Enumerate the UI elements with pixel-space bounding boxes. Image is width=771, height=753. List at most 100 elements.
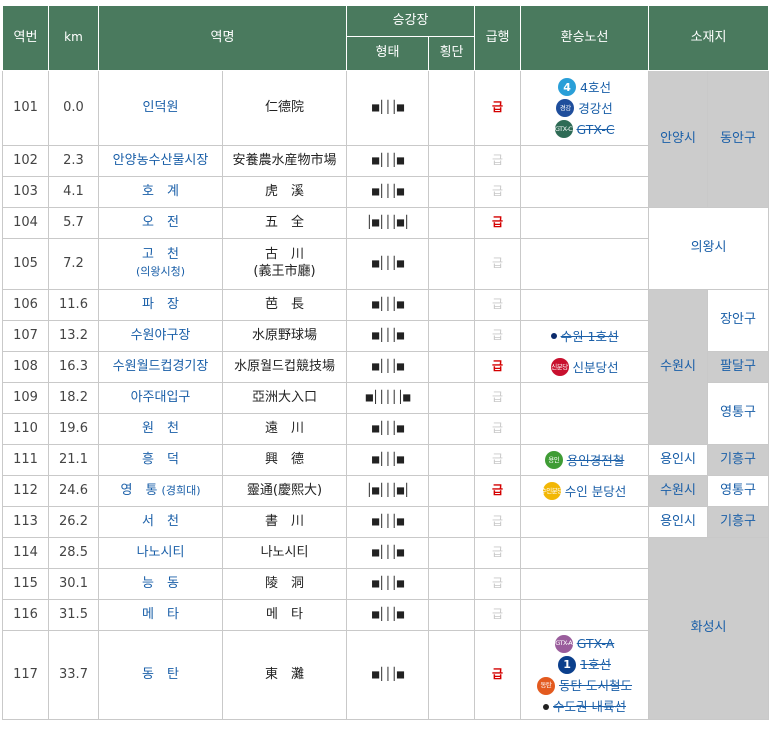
station-number: 105 (2, 238, 49, 290)
transfer-cell (520, 506, 650, 538)
station-table: 역번 km 역명 승강장 급행 환승노선 소재지 형태 횡단 101 0.0 인덕원… (2, 5, 770, 720)
yongin-badge-icon: 용인 (544, 451, 563, 469)
location-uiwang-label: 의왕시 (690, 240, 727, 256)
sinbundang-badge-icon: 신분당 (550, 358, 569, 376)
station-name-link[interactable]: 호 계 (142, 184, 179, 199)
platform-type: ■│││■ (346, 630, 430, 720)
table-row: 112 24.6 영 통 (경희대) 靈通(慶熙大) │■│││■│ 급 수인분당 수인 분당… (2, 475, 770, 507)
station-name-cell: 수원월드컵경기장 (98, 351, 223, 383)
platform-cross (428, 145, 476, 177)
location-suwon[interactable]: 수원시 (648, 289, 709, 445)
location-yongin[interactable]: 용인시 (648, 444, 709, 476)
transfer-line[interactable]: 수원 1호선 (521, 326, 648, 347)
express-indicator: 급 (474, 475, 522, 507)
transfer-line[interactable]: 1 1호선 (521, 654, 648, 675)
transfer-line-link[interactable]: 동탄 도시철도 (559, 675, 632, 696)
station-km: 4.1 (48, 176, 99, 208)
location-yeongtong[interactable]: 영통구 (707, 475, 770, 507)
location-giheung[interactable]: 기흥구 (707, 444, 770, 476)
station-name-link[interactable]: 파 장 (142, 297, 179, 312)
transfer-line[interactable]: GTX-A GTX-A (521, 633, 648, 654)
transfer-line[interactable]: GTX-C GTX-C (521, 119, 648, 140)
location-yeongtong-label: 영통구 (720, 482, 756, 498)
transfer-line[interactable]: 신분당 신분당선 (521, 357, 648, 378)
station-name-link[interactable]: 고 천 (142, 247, 179, 262)
transfer-line-link[interactable]: 4호선 (580, 77, 611, 98)
location-uiwang[interactable]: 의왕시 (648, 207, 770, 290)
station-hanja-cell: 水原월드컵競技場 (221, 351, 348, 383)
transfer-line[interactable]: 수도권 내륙선 (521, 696, 648, 717)
station-hanja: 安養農水産物市場 (232, 152, 337, 168)
station-name-link[interactable]: 동 탄 (142, 667, 179, 682)
station-km: 26.2 (48, 506, 99, 538)
express-indicator: 급 (474, 630, 522, 720)
station-hanja: 메 타 (266, 606, 303, 622)
platform-type: ■│││■ (346, 599, 430, 631)
transfer-line-link[interactable]: 수원 1호선 (561, 326, 619, 347)
transfer-line[interactable]: 4 4호선 (521, 77, 648, 98)
location-anyang[interactable]: 안양시 (648, 70, 709, 208)
station-name-link[interactable]: 오 전 (142, 215, 179, 230)
transfer-line-link[interactable]: 1호선 (580, 654, 611, 675)
station-hanja: 五 全 (265, 214, 305, 230)
station-name-link[interactable]: 원 천 (142, 421, 179, 436)
station-name-link[interactable]: 능 동 (142, 576, 179, 591)
transfer-line-link[interactable]: GTX-C (577, 119, 615, 140)
station-name-link[interactable]: 서 천 (142, 514, 179, 529)
station-km: 18.2 (48, 382, 99, 414)
platform-type: ■│││■ (346, 568, 430, 600)
station-name-link[interactable]: 영 통 (120, 483, 157, 498)
station-number: 113 (2, 506, 49, 538)
transfer-line[interactable]: 동탄 동탄 도시철도 (521, 675, 648, 696)
transfer-line-link[interactable]: 용인경전철 (567, 450, 625, 471)
location-suwon-label: 수원시 (660, 358, 696, 374)
transfer-line[interactable]: 경강 경강선 (521, 98, 648, 119)
location-dongan[interactable]: 동안구 (707, 70, 770, 208)
platform-cross (428, 351, 476, 383)
platform-cross (428, 413, 476, 445)
location-hwaseong[interactable]: 화성시 (648, 537, 770, 720)
station-name-sub[interactable]: (경희대) (162, 484, 201, 497)
station-name-link[interactable]: 안양농수산물시장 (113, 153, 209, 168)
table-row: 101 0.0 인덕원 仁德院 ■│││■ 급 4 4호선 경강 경강선 GTX-C GTX-C 안양시… (2, 70, 770, 208)
station-name-link[interactable]: 인덕원 (143, 100, 179, 115)
station-name-link[interactable]: 수원월드컵경기장 (113, 359, 209, 374)
platform-cross (428, 444, 476, 476)
platform-cross (428, 506, 476, 538)
location-yeongtong[interactable]: 영통구 (707, 382, 770, 445)
station-hanja-cell: 五 全 (221, 207, 348, 239)
transfer-line-link[interactable]: GTX-A (577, 633, 615, 654)
station-name-link[interactable]: 아주대입구 (131, 390, 191, 405)
location-suwon[interactable]: 수원시 (648, 475, 709, 507)
transfer-cell (520, 289, 650, 321)
transfer-line-link[interactable]: 수인 분당선 (565, 481, 626, 502)
location-jangan-label: 장안구 (720, 312, 756, 328)
station-number: 103 (2, 176, 49, 208)
table-row: 111 21.1 흥 덕興 德 ■│││■ 급 용인 용인경전철 용인시 기흥구 (2, 444, 770, 476)
station-number: 104 (2, 207, 49, 239)
transfer-line-link[interactable]: 수도권 내륙선 (553, 696, 626, 717)
location-suwon-label: 수원시 (660, 482, 696, 498)
station-name-link[interactable]: 흥 덕 (142, 452, 179, 467)
transfer-cell: 4 4호선 경강 경강선 GTX-C GTX-C (520, 70, 650, 146)
station-hanja-cell: 靈通(慶熙大) (221, 475, 348, 507)
station-number: 101 (2, 70, 49, 146)
location-paldal[interactable]: 팔달구 (707, 351, 770, 383)
location-giheung[interactable]: 기흥구 (707, 506, 770, 538)
station-number: 117 (2, 630, 49, 720)
station-number: 114 (2, 537, 49, 569)
transfer-line-link[interactable]: 신분당선 (573, 357, 619, 378)
transfer-line-link[interactable]: 경강선 (578, 98, 613, 119)
express-indicator: 급 (474, 207, 522, 239)
transfer-line[interactable]: 용인 용인경전철 (521, 450, 648, 471)
transfer-line[interactable]: 수인분당 수인 분당선 (521, 481, 648, 502)
table-row: 106 11.6 파 장芭 長 ■│││■ 급 수원시 장안구 (2, 289, 770, 445)
station-name-link[interactable]: 나노시티 (137, 545, 185, 560)
station-name-link[interactable]: 수원야구장 (131, 328, 191, 343)
location-yongin[interactable]: 용인시 (648, 506, 709, 538)
station-name-sub[interactable]: (의왕시청) (136, 265, 185, 278)
station-name-link[interactable]: 메 타 (142, 607, 179, 622)
header-platform: 승강장 (346, 5, 476, 37)
transfer-cell (520, 176, 650, 208)
location-jangan[interactable]: 장안구 (707, 289, 770, 352)
